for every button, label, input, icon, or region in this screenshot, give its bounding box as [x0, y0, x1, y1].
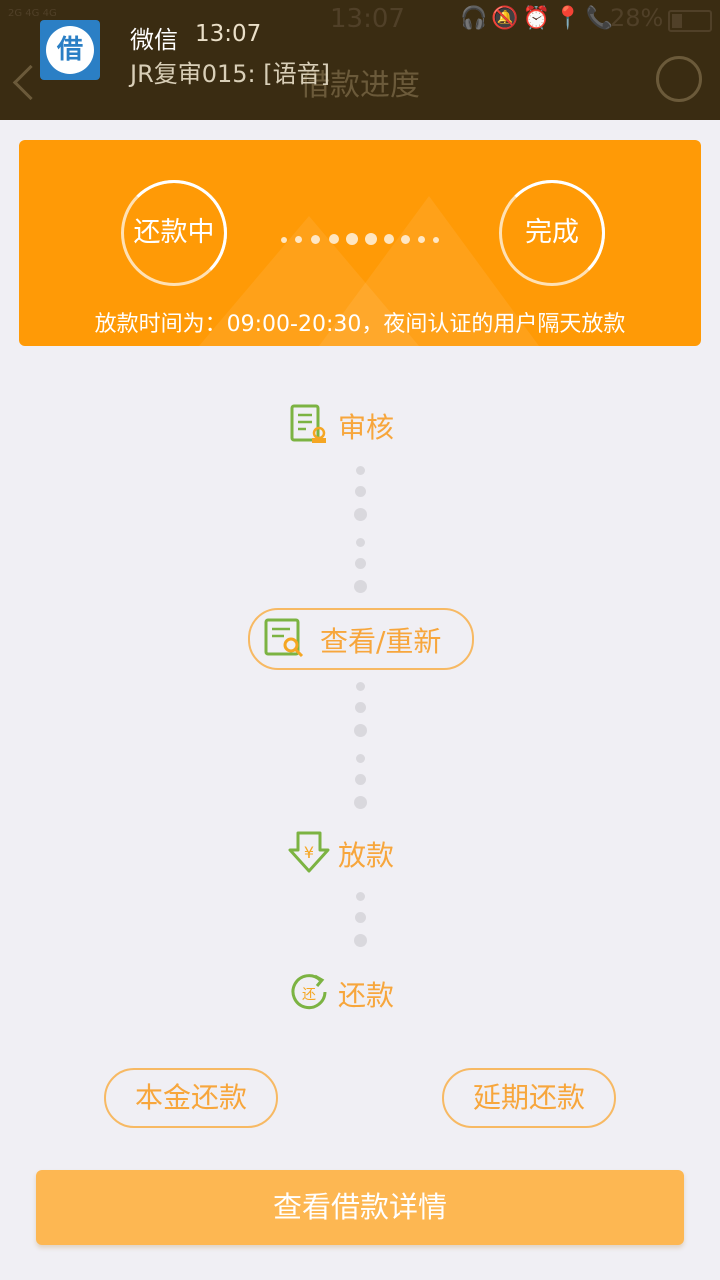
current-stage-circle: 还款中: [121, 180, 227, 286]
timeline-dot: [355, 486, 366, 497]
notification-time: 13:07: [195, 21, 262, 47]
notification-app-name[interactable]: 微信: [130, 20, 178, 55]
document-search-icon: [264, 618, 304, 658]
svg-text:¥: ¥: [304, 843, 314, 862]
timeline-dot: [354, 580, 367, 593]
step-disburse: 放款: [338, 839, 395, 872]
status-bar: 2G 4G 4G 13:07 🎧🔕⏰📍📞 28%: [0, 0, 720, 38]
timeline-dot: [354, 724, 367, 737]
principal-repay-button[interactable]: 本金还款: [104, 1068, 278, 1128]
step-repay: 还款: [338, 979, 395, 1012]
disbursement-notice: 放款时间为：09:00-20:30，夜间认证的用户隔天放款: [94, 312, 626, 337]
timeline-dot: [354, 934, 367, 947]
signal-icon: 2G 4G 4G: [8, 8, 57, 19]
timeline-dot: [356, 466, 365, 475]
timeline-dot: [356, 682, 365, 691]
page-title: 借款进度: [300, 68, 420, 103]
timeline-dot: [354, 508, 367, 521]
status-time: 13:07: [330, 4, 405, 34]
extend-repay-button[interactable]: 延期还款: [442, 1068, 616, 1128]
view-loan-details-button[interactable]: 查看借款详情: [36, 1170, 684, 1245]
complete-stage-circle: 完成: [499, 180, 605, 286]
timeline-dot: [355, 558, 366, 569]
progress-banner: 还款中 完成 放款时间为：09:00-20:30，夜间认证的用户隔天放款: [19, 140, 701, 346]
timeline-dot: [355, 702, 366, 713]
timeline-dot: [355, 912, 366, 923]
timeline-dot: [356, 892, 365, 901]
loan-app-icon[interactable]: 借: [40, 20, 100, 80]
battery-percent: 28%: [610, 4, 664, 32]
status-icons: 🎧🔕⏰📍📞: [460, 6, 617, 31]
timeline-dot: [355, 774, 366, 785]
timeline-dot: [354, 796, 367, 809]
svg-text:还: 还: [302, 987, 316, 1003]
disburse-arrow-icon: ¥: [288, 831, 330, 873]
battery-icon: [668, 10, 712, 32]
customer-service-icon[interactable]: [656, 56, 702, 102]
repay-icon: 还: [291, 974, 327, 1010]
timeline-dot: [356, 754, 365, 763]
timeline-dot: [356, 538, 365, 547]
notification-message[interactable]: JR复审015: [语音]: [130, 54, 330, 89]
review-icon: [290, 404, 326, 443]
step-review: 审核: [338, 411, 395, 444]
step-recheck[interactable]: 查看/重新: [320, 620, 441, 660]
